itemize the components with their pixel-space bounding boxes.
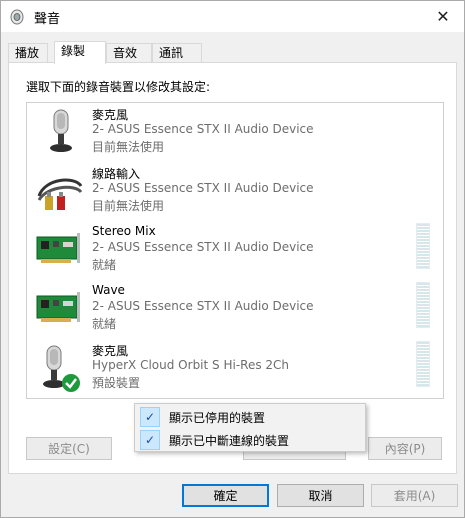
title-bar[interactable]: 聲音 ✕ (1, 1, 464, 32)
device-status: 目前無法使用 (92, 140, 165, 154)
device-item[interactable]: 線路輸入 2- ASUS Essence STX II Audio Device… (27, 162, 443, 221)
level-meter (416, 282, 430, 328)
device-list[interactable]: 麥克風 2- ASUS Essence STX II Audio Device … (26, 102, 444, 399)
menu-item-show-disconnected[interactable]: ✓ 顯示已中斷連線的裝置 (137, 429, 363, 451)
device-description: 2- ASUS Essence STX II Audio Device (92, 181, 314, 195)
tab-label: 通訊 (159, 46, 184, 60)
tab-recording[interactable]: 錄製 (54, 41, 106, 64)
close-icon: ✕ (436, 6, 450, 26)
properties-button[interactable]: 內容(P) (368, 437, 442, 460)
device-description: 2- ASUS Essence STX II Audio Device (92, 240, 314, 254)
tab-label: 音效 (113, 46, 138, 60)
context-menu: ✓ 顯示已停用的裝置 ✓ 顯示已中斷連線的裝置 (134, 403, 366, 452)
tab-label: 錄製 (61, 44, 86, 58)
menu-item-label: 顯示已中斷連線的裝置 (169, 434, 290, 448)
device-status: 就緒 (92, 258, 117, 272)
sound-card-icon (36, 292, 80, 322)
properties-label: 內容(P) (384, 442, 426, 456)
device-name: Wave (92, 283, 125, 297)
configure-label: 設定(C) (48, 442, 90, 456)
device-item[interactable]: Stereo Mix 2- ASUS Essence STX II Audio … (27, 221, 443, 280)
sound-card-icon (36, 233, 80, 263)
apply-label: 套用(A) (393, 489, 436, 503)
configure-button[interactable]: 設定(C) (26, 437, 112, 460)
device-name: 線路輸入 (92, 167, 141, 181)
line-in-cable-icon (37, 178, 83, 210)
cancel-button[interactable]: 取消 (277, 484, 364, 507)
checkmark-icon: ✓ (140, 407, 160, 427)
checkmark-icon: ✓ (140, 430, 160, 450)
device-description: HyperX Cloud Orbit S Hi-Res 2Ch (92, 358, 290, 372)
device-description: 2- ASUS Essence STX II Audio Device (92, 299, 314, 313)
microphone-icon (50, 109, 72, 152)
speaker-icon (10, 9, 24, 25)
level-meter (416, 341, 430, 387)
instruction-text: 選取下面的錄音裝置以修改其設定: (26, 80, 211, 94)
menu-item-label: 顯示已停用的裝置 (169, 411, 266, 425)
device-item[interactable]: 麥克風 HyperX Cloud Orbit S Hi-Res 2Ch 預設裝置 (27, 339, 443, 398)
microphone-default-icon (43, 345, 80, 392)
device-status: 預設裝置 (92, 376, 141, 390)
tab-communications[interactable]: 通訊 (152, 43, 202, 63)
tab-label: 播放 (15, 46, 40, 60)
tab-playback[interactable]: 播放 (8, 43, 48, 63)
close-button[interactable]: ✕ (428, 3, 458, 29)
device-name: 麥克風 (92, 344, 129, 358)
device-name: 麥克風 (92, 108, 129, 122)
device-name: Stereo Mix (92, 224, 156, 238)
device-status: 就緒 (92, 317, 117, 331)
device-status: 目前無法使用 (92, 199, 165, 213)
ok-button[interactable]: 確定 (182, 484, 269, 507)
device-item[interactable]: Wave 2- ASUS Essence STX II Audio Device… (27, 280, 443, 339)
device-item[interactable]: 麥克風 2- ASUS Essence STX II Audio Device … (27, 103, 443, 162)
cancel-label: 取消 (308, 489, 333, 503)
apply-button[interactable]: 套用(A) (371, 484, 458, 507)
window-title: 聲音 (34, 12, 61, 27)
level-meter (416, 223, 430, 269)
tab-sounds[interactable]: 音效 (106, 43, 152, 63)
device-description: 2- ASUS Essence STX II Audio Device (92, 122, 314, 136)
menu-item-show-disabled[interactable]: ✓ 顯示已停用的裝置 (137, 406, 363, 428)
ok-label: 確定 (213, 489, 238, 503)
